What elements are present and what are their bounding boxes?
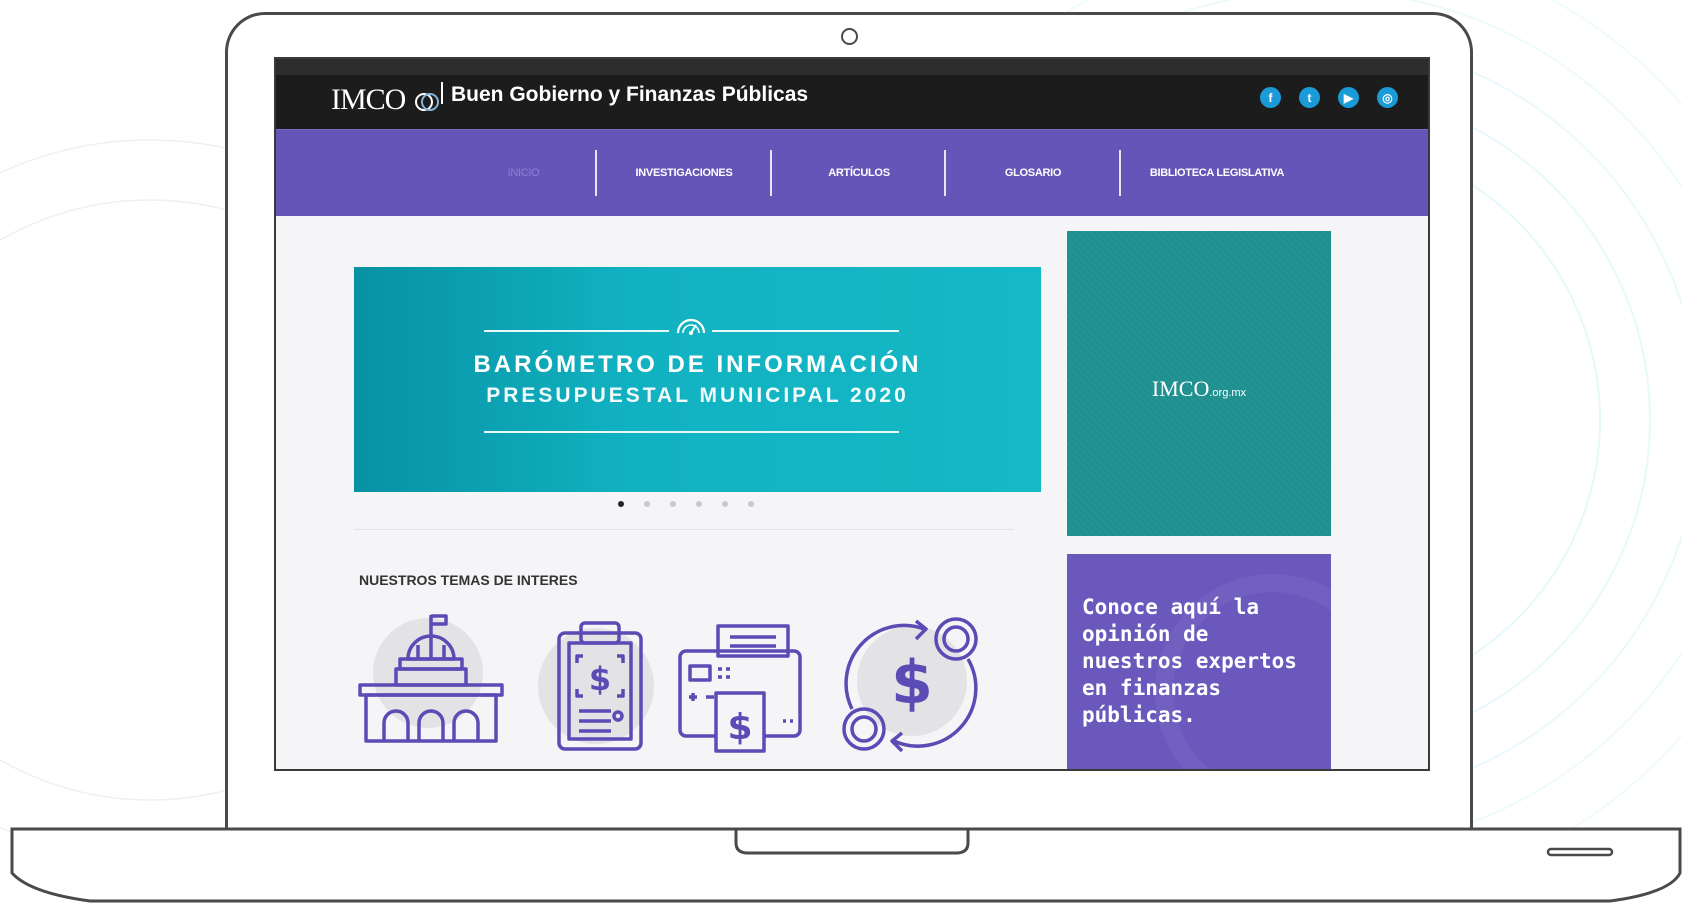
hero-shade xyxy=(354,267,614,492)
site-title: Buen Gobierno y Finanzas Públicas xyxy=(441,83,808,107)
nav-item-investigaciones[interactable]: INVESTIGACIONES xyxy=(598,130,770,216)
logo-rings-icon xyxy=(414,93,439,112)
nav-divider xyxy=(1119,150,1121,196)
main-nav: INICIO INVESTIGACIONES ARTÍCULOS GLOSARI… xyxy=(276,129,1428,216)
facebook-icon[interactable]: f xyxy=(1260,87,1281,108)
hero-carousel-slide[interactable]: BARÓMETRO DE INFORMACIÓN PRESUPUESTAL MU… xyxy=(354,267,1041,492)
sidebar-ad-banner[interactable]: IMCO.org.mx xyxy=(1067,231,1331,536)
payment-printer-icon[interactable]: $ xyxy=(678,611,828,761)
gauge-icon xyxy=(676,318,706,335)
hero-rule xyxy=(484,431,899,433)
budget-clipboard-icon[interactable]: $ xyxy=(521,611,671,761)
carousel-dot[interactable] xyxy=(696,501,702,507)
carousel-dot[interactable] xyxy=(722,501,728,507)
government-building-icon[interactable] xyxy=(356,611,506,761)
hero-rule xyxy=(712,330,899,332)
header-strip xyxy=(276,59,1428,75)
youtube-icon[interactable]: ▶ xyxy=(1338,87,1359,108)
instagram-icon[interactable]: ◎ xyxy=(1377,87,1398,108)
topics-title: NUESTROS TEMAS DE INTERES xyxy=(359,572,578,588)
hero-rule xyxy=(484,330,669,332)
nav-item-biblioteca[interactable]: BIBLIOTECA LEGISLATIVA xyxy=(1122,130,1312,216)
hero-title: BARÓMETRO DE INFORMACIÓN xyxy=(473,351,922,378)
carousel-dot[interactable] xyxy=(618,501,624,507)
money-exchange-icon[interactable]: $ xyxy=(834,611,984,761)
section-divider xyxy=(354,529,1014,530)
topics-row: $ $ $ xyxy=(356,611,1006,761)
carousel-dot[interactable] xyxy=(670,501,676,507)
nav-item-inicio[interactable]: INICIO xyxy=(466,130,581,216)
nav-item-articulos[interactable]: ARTÍCULOS xyxy=(773,130,945,216)
nav-item-glosario[interactable]: GLOSARIO xyxy=(947,130,1119,216)
header-bar: IMCO Buen Gobierno y Finanzas Públicas f… xyxy=(276,59,1428,129)
carousel-dots xyxy=(618,501,754,507)
ad-logo-text: IMCO xyxy=(1151,376,1210,401)
nav-divider xyxy=(770,150,772,196)
camera-icon xyxy=(841,28,858,45)
ad-domain: .org.mx xyxy=(1209,387,1247,399)
twitter-icon[interactable]: t xyxy=(1299,87,1320,108)
logo-text: IMCO xyxy=(331,83,406,116)
laptop-base xyxy=(10,827,1682,903)
social-links: f t ▶ ◎ xyxy=(1260,87,1398,108)
svg-text:$: $ xyxy=(589,660,611,698)
nav-divider xyxy=(595,150,597,196)
browser-screen: IMCO Buen Gobierno y Finanzas Públicas f… xyxy=(274,57,1430,771)
nav-divider xyxy=(944,150,946,196)
carousel-dot[interactable] xyxy=(644,501,650,507)
hero-subtitle: PRESUPUESTAL MUNICIPAL 2020 xyxy=(486,384,909,407)
svg-text:$: $ xyxy=(891,648,933,718)
svg-text:$: $ xyxy=(727,707,752,748)
promo-text: Conoce aquí la opinión de nuestros exper… xyxy=(1082,595,1297,727)
ad-brand: IMCO.org.mx xyxy=(1067,376,1331,402)
experts-promo-card[interactable]: Conoce aquí la opinión de nuestros exper… xyxy=(1067,554,1331,769)
imco-logo[interactable]: IMCO xyxy=(331,83,442,117)
carousel-dot[interactable] xyxy=(748,501,754,507)
